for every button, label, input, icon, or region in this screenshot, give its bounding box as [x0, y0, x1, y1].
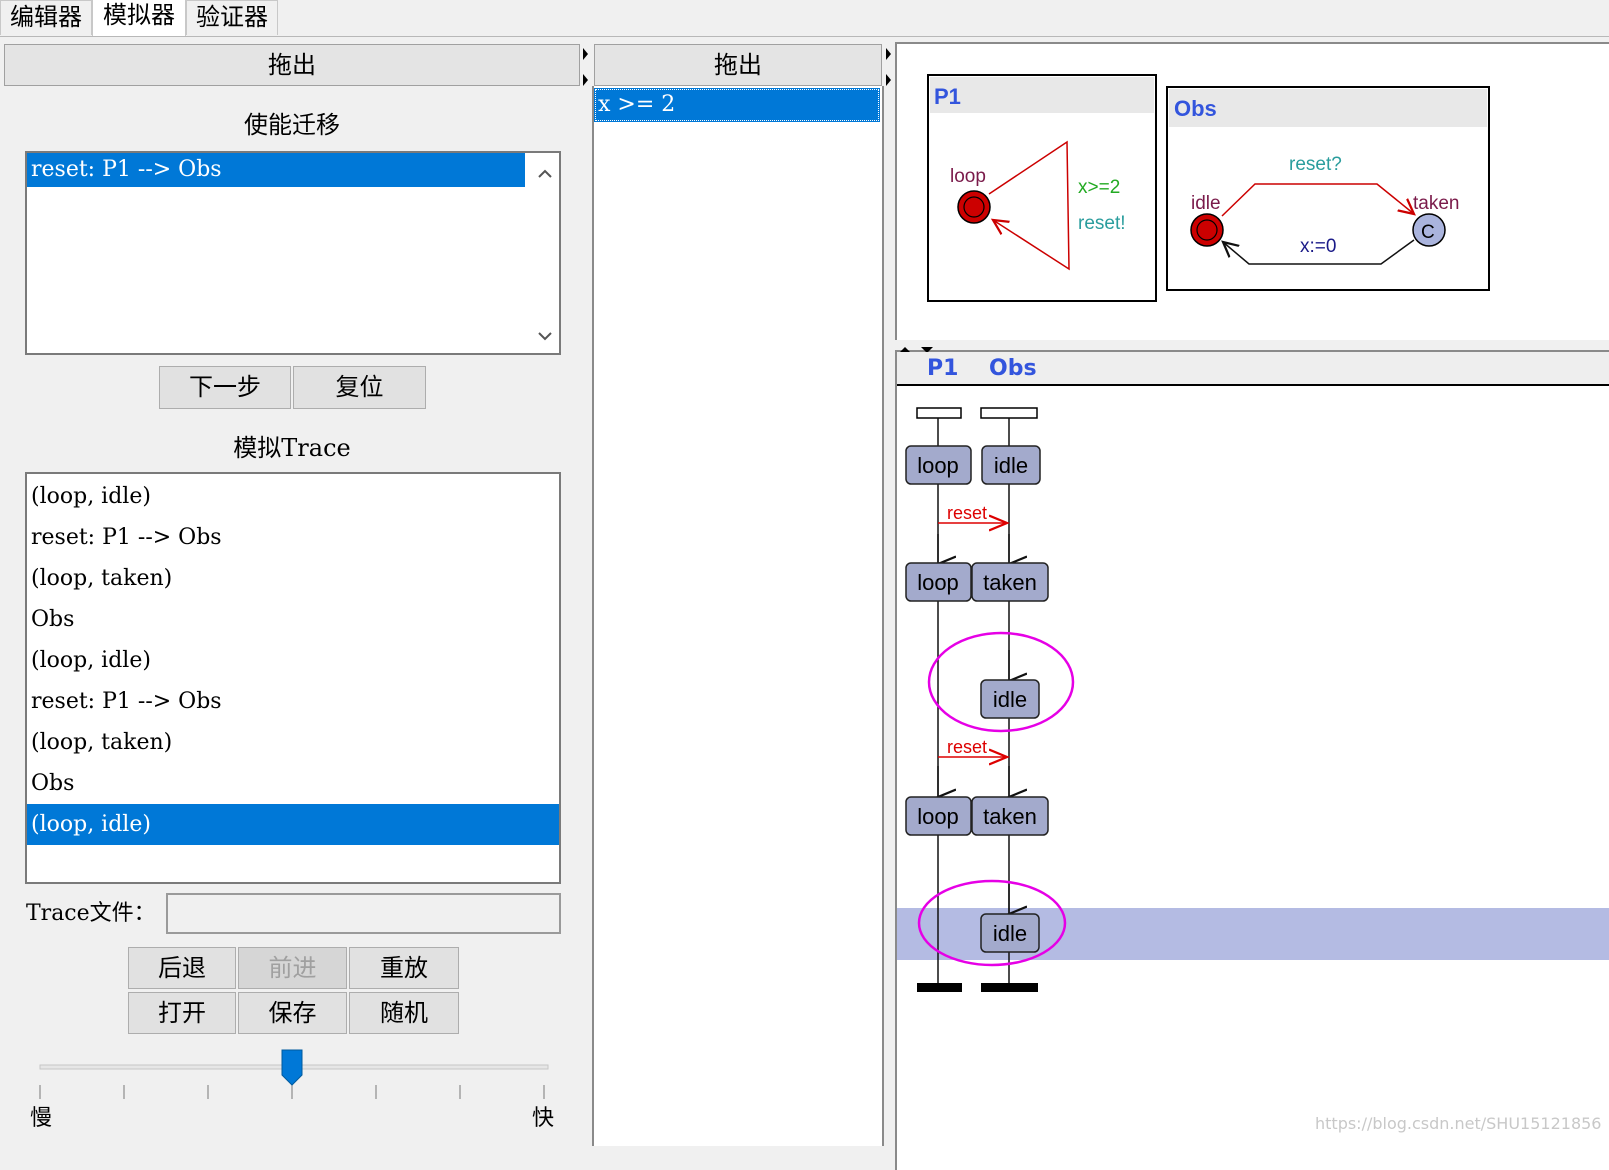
enabled-transitions-list[interactable]: reset: P1 --> Obs	[25, 151, 561, 355]
svg-text:taken: taken	[983, 570, 1037, 595]
enabled-transition-item[interactable]: reset: P1 --> Obs	[27, 153, 525, 187]
tab-editor[interactable]: 编辑器	[0, 0, 92, 35]
slider-thumb[interactable]	[281, 1049, 303, 1086]
svg-text:idle: idle	[994, 453, 1028, 478]
obs-idle-label: idle	[1191, 193, 1221, 214]
automata-view: P1 loop x>=2 reset! Obs reset? x:=0 idle…	[895, 42, 1609, 340]
p1-loop-location	[957, 190, 991, 224]
replay-button[interactable]: 重放	[349, 947, 459, 989]
forward-button[interactable]: 前进	[238, 947, 347, 989]
msc-obs-state[interactable]: idle	[981, 445, 1041, 485]
msc-p1-state[interactable]: loop	[905, 796, 972, 836]
enabled-transitions-title: 使能迁移	[244, 111, 340, 139]
msc-process-p1[interactable]: P1	[927, 356, 958, 381]
watermark: https://blog.csdn.net/SHU15121856	[1315, 1114, 1602, 1133]
trace-item[interactable]: reset: P1 --> Obs	[27, 681, 559, 722]
svg-text:loop: loop	[917, 570, 959, 595]
speed-fast-label: 快	[532, 1106, 555, 1131]
msc-p1-state[interactable]: loop	[905, 562, 972, 602]
trace-file-input[interactable]	[166, 893, 561, 934]
svg-text:loop: loop	[917, 453, 959, 478]
save-button[interactable]: 保存	[238, 992, 347, 1034]
back-button[interactable]: 后退	[128, 947, 236, 989]
collapse-arrows-icon	[886, 48, 891, 86]
obs-idle-location	[1190, 213, 1224, 247]
open-button[interactable]: 打开	[128, 992, 236, 1034]
simulation-trace-title: 模拟Trace	[233, 434, 351, 462]
trace-item[interactable]: Obs	[27, 763, 559, 804]
obs-taken-label: taken	[1413, 193, 1459, 214]
scroll-up-icon[interactable]	[538, 169, 552, 178]
msc-obs-state[interactable]: idle	[980, 913, 1040, 953]
msc-obs-state[interactable]: taken	[971, 562, 1049, 602]
msc-header: P1 Obs	[897, 352, 1609, 386]
msc-view: P1 Obs reset reset loop loop loop idle t…	[895, 352, 1609, 1170]
tab-simulator[interactable]: 模拟器	[92, 0, 186, 36]
msc-obs-state[interactable]: idle	[980, 679, 1040, 719]
middle-splitter[interactable]	[884, 44, 894, 1144]
trace-item[interactable]: (loop, idle)	[27, 640, 559, 681]
simulation-trace-list[interactable]: (loop, idle) reset: P1 --> Obs (loop, take…	[25, 472, 561, 884]
obs-assign-label: x:=0	[1300, 236, 1336, 257]
left-splitter[interactable]	[582, 44, 592, 1144]
msc-process-obs[interactable]: Obs	[989, 356, 1037, 381]
svg-text:idle: idle	[993, 921, 1027, 946]
trace-item[interactable]: (loop, taken)	[27, 722, 559, 763]
tab-bar: 编辑器 模拟器 验证器	[0, 0, 1609, 37]
trace-file-label: Trace文件：	[26, 901, 156, 926]
variable-row[interactable]: x >= 2	[594, 88, 880, 122]
middle-panel-detach-header[interactable]: 拖出	[594, 44, 882, 86]
msc-obs-state[interactable]: taken	[971, 796, 1049, 836]
list-scrollbar[interactable]	[529, 153, 559, 353]
msc-message-label: reset	[947, 737, 987, 757]
p1-automaton[interactable]: P1 loop x>=2 reset!	[927, 74, 1157, 302]
trace-item[interactable]: (loop, taken)	[27, 558, 559, 599]
random-button[interactable]: 随机	[349, 992, 459, 1034]
p1-loop-label: loop	[950, 166, 986, 187]
trace-item[interactable]: (loop, idle)	[27, 476, 559, 517]
tab-verifier[interactable]: 验证器	[186, 0, 278, 35]
p1-sync-label: reset!	[1078, 213, 1126, 234]
p1-title: P1	[934, 84, 961, 109]
trace-item[interactable]: Obs	[27, 599, 559, 640]
msc-p1-state[interactable]: loop	[905, 445, 972, 485]
left-panel-detach-header[interactable]: 拖出	[4, 44, 580, 86]
obs-title: Obs	[1174, 96, 1217, 121]
svg-text:loop: loop	[917, 804, 959, 829]
horizontal-splitter[interactable]	[895, 340, 1609, 353]
p1-guard-label: x>=2	[1078, 177, 1120, 198]
obs-sync-label: reset?	[1289, 154, 1342, 175]
svg-text:idle: idle	[993, 687, 1027, 712]
reset-button[interactable]: 复位	[293, 366, 426, 409]
collapse-arrows-icon	[583, 48, 588, 86]
speed-slider[interactable]	[30, 1045, 560, 1105]
trace-item[interactable]: (loop, idle)	[27, 804, 559, 845]
committed-mark: C	[1421, 222, 1435, 243]
scroll-down-icon[interactable]	[538, 332, 552, 341]
next-step-button[interactable]: 下一步	[159, 366, 291, 409]
msc-message-label: reset	[947, 503, 987, 523]
obs-automaton[interactable]: Obs reset? x:=0 idle taken C	[1166, 86, 1490, 291]
speed-slow-label: 慢	[30, 1106, 53, 1131]
svg-text:taken: taken	[983, 804, 1037, 829]
variables-panel: x >= 2	[592, 86, 884, 1146]
trace-item[interactable]: reset: P1 --> Obs	[27, 517, 559, 558]
